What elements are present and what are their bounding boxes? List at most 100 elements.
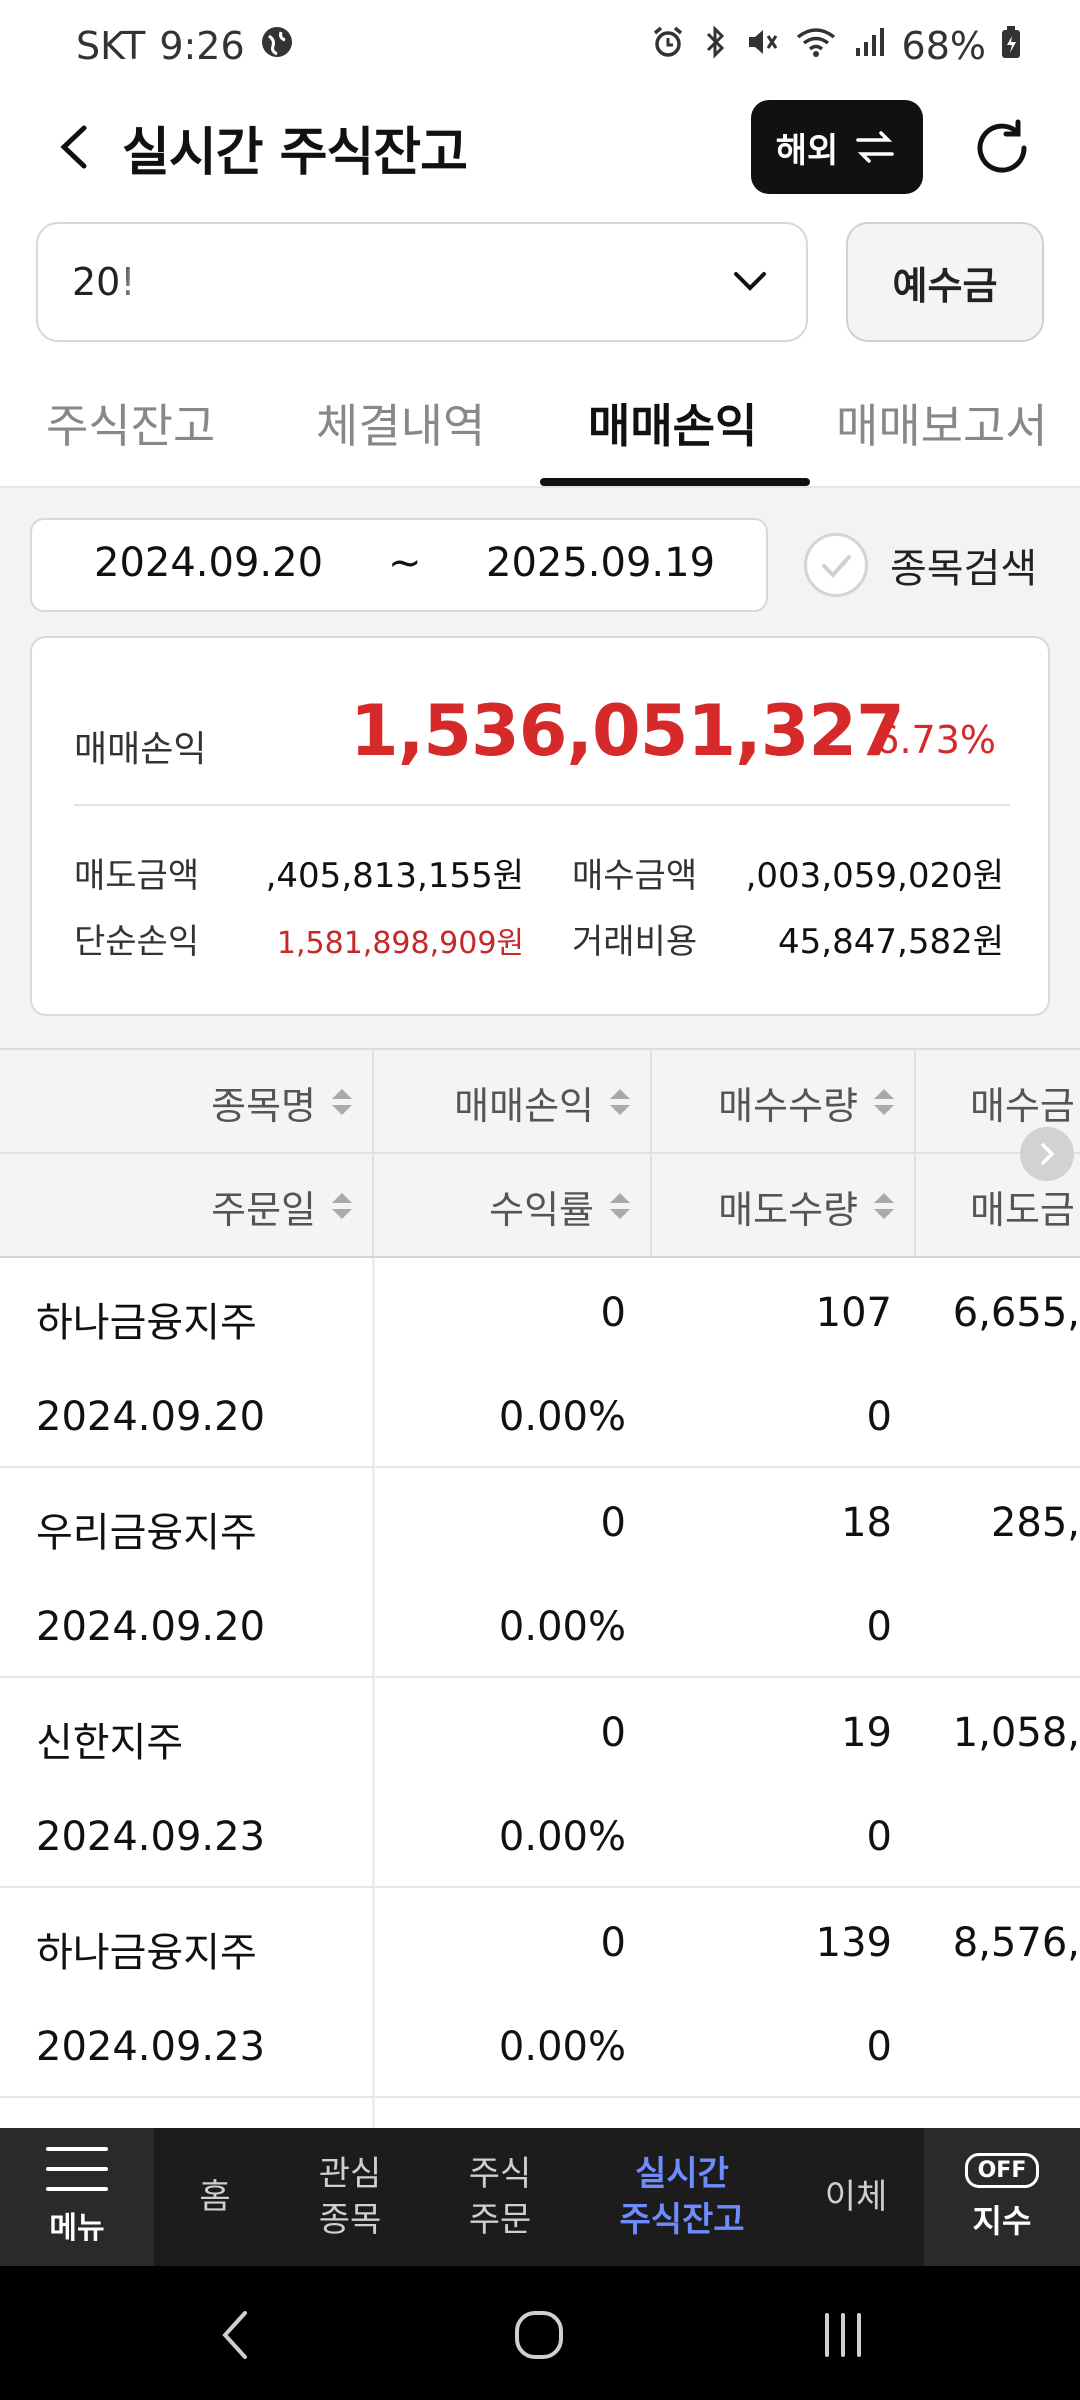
column-divider — [372, 1050, 374, 1256]
buy-amount: 8,576, — [952, 1920, 1080, 1966]
start-date[interactable]: 2024.09.20 — [94, 540, 323, 586]
system-back-button[interactable] — [200, 2300, 270, 2370]
buy-qty: 107 — [815, 1290, 892, 1336]
order-date: 2024.09.23 — [36, 2024, 266, 2070]
sell-qty: 0 — [866, 1814, 892, 1860]
account-number-mask — [130, 244, 650, 324]
back-arrow-icon — [60, 125, 87, 169]
back-arrow-icon — [222, 2311, 247, 2359]
stock-search-label: 종목검색 — [890, 546, 1038, 592]
overseas-toggle-button[interactable]: 해외 — [751, 100, 923, 194]
header-label: 매수수량 — [718, 1083, 858, 1128]
header-buy-qty[interactable]: 매수수량 — [652, 1050, 914, 1154]
table-header: 종목명 매매손익 매수수량 매수금 주문일 수익률 매도수량 매도금 — [0, 1048, 1080, 1258]
trading-pl: 0 — [600, 1920, 626, 1966]
fee-value: 45,847,582원 — [778, 922, 1004, 962]
return-rate: 0.00% — [498, 1394, 626, 1440]
app-header: 실시간 주식잔고 해외 — [0, 92, 1080, 202]
stock-name: 우리금융지주 — [36, 1510, 257, 1556]
buy-amount: 285, — [990, 1500, 1080, 1546]
order-date: 2024.09.23 — [36, 1814, 266, 1860]
battery-icon — [1000, 24, 1022, 69]
header-label: 매도수량 — [718, 1187, 858, 1232]
sort-icon — [332, 1089, 352, 1115]
system-navigation-bar — [0, 2266, 1080, 2400]
signal-icon — [852, 24, 888, 69]
refresh-icon — [977, 119, 1027, 173]
back-button[interactable] — [50, 122, 100, 172]
nav-label: 홈 — [199, 2177, 231, 2217]
index-label: 지수 — [972, 2201, 1032, 2240]
buy-amount-value: ,003,059,020원 — [745, 856, 1004, 896]
table-row[interactable]: 우리금융지주 2024.09.20 0 0.00% 18 0 285, — [0, 1468, 1080, 1678]
mute-icon — [744, 24, 780, 69]
table-row[interactable]: 하나금융지주 2024.09.23 0 0.00% 139 0 8,576, — [0, 1888, 1080, 2098]
date-separator: ~ — [388, 540, 422, 586]
index-toggle[interactable]: OFF 지수 — [924, 2128, 1080, 2266]
column-divider — [914, 1050, 916, 1256]
chevron-down-icon — [734, 272, 766, 291]
table-row[interactable]: 하나금융지주 2024.09.20 0 0.00% 107 0 6,655, — [0, 1258, 1080, 1468]
nav-realtime-balance[interactable]: 실시간 주식잔고 — [598, 2128, 766, 2266]
tab-execution-history[interactable]: 체결내역 — [316, 390, 485, 456]
nav-label: 주식 — [468, 2154, 532, 2194]
table-row[interactable]: 신한지주 2024.09.23 0 0.00% 19 0 1,058, — [0, 1678, 1080, 1888]
pl-rate: 6.73% — [875, 718, 996, 762]
status-bar: SKT 9:26 68% — [0, 0, 1080, 92]
buy-qty: 139 — [815, 1920, 892, 1966]
stock-name: 하나금융지주 — [36, 1300, 257, 1346]
nav-transfer[interactable]: 이체 — [816, 2128, 896, 2266]
header-label: 매도금 — [970, 1187, 1075, 1232]
nav-watchlist[interactable]: 관심 종목 — [300, 2128, 400, 2266]
stock-name: 하나금융지주 — [36, 1930, 257, 1976]
system-recents-button[interactable] — [808, 2300, 878, 2370]
nav-label: 주문 — [468, 2200, 532, 2240]
date-range-picker[interactable]: 2024.09.20 ~ 2025.09.19 — [30, 518, 768, 612]
tab-stock-balance[interactable]: 주식잔고 — [46, 390, 215, 456]
refresh-button[interactable] — [970, 116, 1034, 180]
tab-bar: 주식잔고 체결내역 매매손익 매매보고서 — [0, 370, 1080, 488]
header-row-2: 주문일 수익률 매도수량 매도금 — [0, 1154, 1080, 1258]
sell-amount-label: 매도금액 — [74, 856, 200, 896]
header-label: 종목명 — [211, 1083, 316, 1128]
recent-apps-icon — [825, 2313, 861, 2357]
system-home-button[interactable] — [504, 2300, 574, 2370]
page-title: 실시간 주식잔고 — [122, 123, 468, 183]
sort-icon — [874, 1089, 894, 1115]
nav-stock-order[interactable]: 주식주문 — [450, 2128, 550, 2266]
tab-trading-report[interactable]: 매매보고서 — [836, 390, 1048, 456]
deposit-button[interactable]: 예수금 — [846, 222, 1044, 342]
nav-label: 실시간 — [635, 2154, 729, 2194]
nav-home[interactable]: 홈 — [178, 2128, 252, 2266]
header-trading-pl[interactable]: 매매손익 — [374, 1050, 650, 1154]
nav-label: 관심 — [318, 2154, 382, 2194]
pl-value: 1,536,051,327 — [350, 690, 905, 772]
tab-trading-pl[interactable]: 매매손익 — [588, 390, 757, 456]
bottom-navigation: 메뉴 홈 관심 종목 주식주문 실시간 주식잔고 이체 OFF 지수 — [0, 2128, 1080, 2266]
end-date[interactable]: 2025.09.19 — [486, 540, 715, 586]
buy-qty: 18 — [841, 1500, 892, 1546]
return-rate: 0.00% — [498, 2024, 626, 2070]
pl-summary-card: 매매손익 1,536,051,327 6.73% 매도금액 ,405,813,1… — [30, 636, 1050, 1016]
header-label: 수익률 — [489, 1187, 594, 1232]
order-date: 2024.09.20 — [36, 1394, 266, 1440]
menu-button[interactable]: 메뉴 — [0, 2128, 154, 2266]
order-date: 2024.09.20 — [36, 1604, 266, 1650]
sell-amount-value: ,405,813,155원 — [265, 856, 524, 896]
account-select[interactable]: 20! — [36, 222, 808, 342]
return-rate: 0.00% — [498, 1814, 626, 1860]
header-order-date[interactable]: 주문일 — [0, 1154, 372, 1258]
buy-qty: 19 — [841, 1710, 892, 1756]
header-return-rate[interactable]: 수익률 — [374, 1154, 650, 1258]
alarm-icon — [650, 24, 686, 69]
trading-pl: 0 — [600, 1500, 626, 1546]
scroll-right-button[interactable] — [1020, 1127, 1074, 1181]
active-tab-indicator — [540, 478, 810, 486]
hamburger-icon — [46, 2147, 108, 2191]
checkbox-circle[interactable] — [804, 533, 868, 597]
wifi-icon — [794, 24, 838, 69]
stock-search-toggle[interactable]: 종목검색 — [804, 530, 1037, 600]
sort-icon — [610, 1193, 630, 1219]
header-stock-name[interactable]: 종목명 — [0, 1050, 372, 1154]
header-sell-qty[interactable]: 매도수량 — [652, 1154, 914, 1258]
